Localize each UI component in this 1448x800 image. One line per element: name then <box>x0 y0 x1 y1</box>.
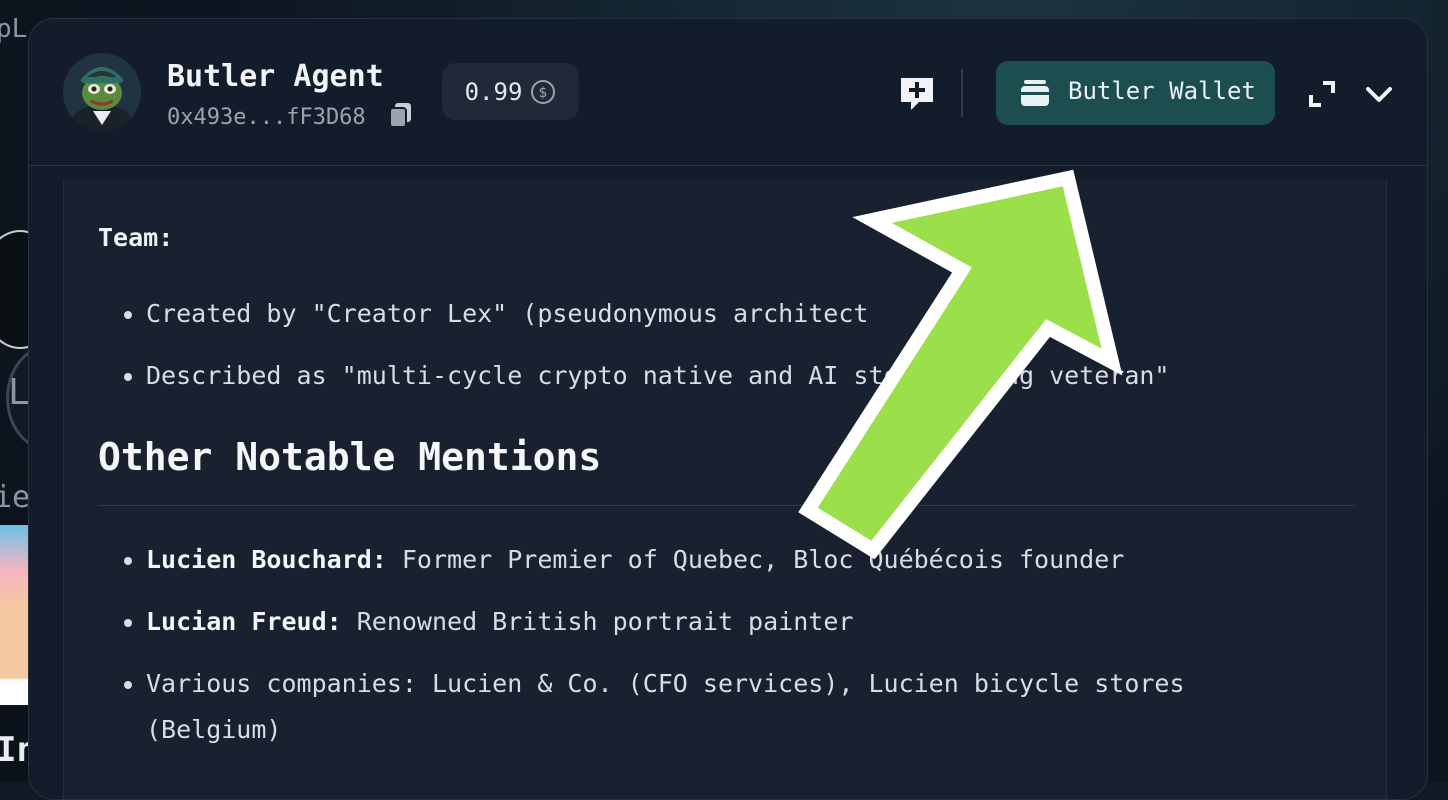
background-text-top: pL <box>0 14 28 44</box>
balance-value: 0.99 <box>464 77 523 106</box>
mention-name: Lucien Bouchard: <box>146 545 387 574</box>
list-item: Various companies: Lucien & Co. (CFO ser… <box>120 661 1306 753</box>
list-item: Created by "Creator Lex" (pseudonymous a… <box>120 291 1170 337</box>
background-text-lower: ie <box>0 480 31 515</box>
header-divider <box>961 69 963 117</box>
agent-avatar <box>63 53 141 131</box>
chat-plus-icon <box>901 78 933 110</box>
mentions-list: Lucien Bouchard: Former Premier of Quebe… <box>120 537 1306 769</box>
section-heading: Other Notable Mentions <box>98 435 602 479</box>
balance-badge: 0.99 $ <box>442 63 579 120</box>
list-item: Described as "multi-cycle crypto native … <box>120 353 1170 399</box>
list-item: Lucian Freud: Renowned British portrait … <box>120 599 1306 645</box>
new-chat-button[interactable] <box>897 74 937 114</box>
wallet-icon <box>1021 80 1049 106</box>
panel-header: Butler Agent 0x493e...fF3D68 0.99 $ Butl… <box>29 19 1427 166</box>
mention-text: Renowned British portrait painter <box>341 607 854 636</box>
expand-icon[interactable] <box>1307 79 1337 109</box>
butler-wallet-button[interactable]: Butler Wallet <box>996 61 1275 125</box>
team-heading: Team: <box>98 223 174 252</box>
mention-text: Various companies: Lucien & Co. (CFO ser… <box>146 669 1185 744</box>
chevron-down-icon[interactable] <box>1363 79 1395 109</box>
agent-chat-panel: Butler Agent 0x493e...fF3D68 0.99 $ Butl… <box>28 18 1428 800</box>
dollar-circle-icon: $ <box>531 79 556 104</box>
list-item: Lucien Bouchard: Former Premier of Quebe… <box>120 537 1306 583</box>
background-text-mid: L <box>8 372 30 413</box>
butler-wallet-label: Butler Wallet <box>1068 77 1256 105</box>
section-divider <box>98 505 1354 506</box>
copy-icon[interactable] <box>388 101 414 129</box>
mention-name: Lucian Freud: <box>146 607 342 636</box>
agent-name: Butler Agent <box>167 59 384 94</box>
svg-text:$: $ <box>539 85 548 101</box>
team-list: Created by "Creator Lex" (pseudonymous a… <box>120 291 1170 415</box>
mention-text: Former Premier of Quebec, Bloc Québécois… <box>386 545 1125 574</box>
message-content: Team: Created by "Creator Lex" (pseudony… <box>63 179 1387 799</box>
agent-address: 0x493e...fF3D68 <box>167 105 366 130</box>
